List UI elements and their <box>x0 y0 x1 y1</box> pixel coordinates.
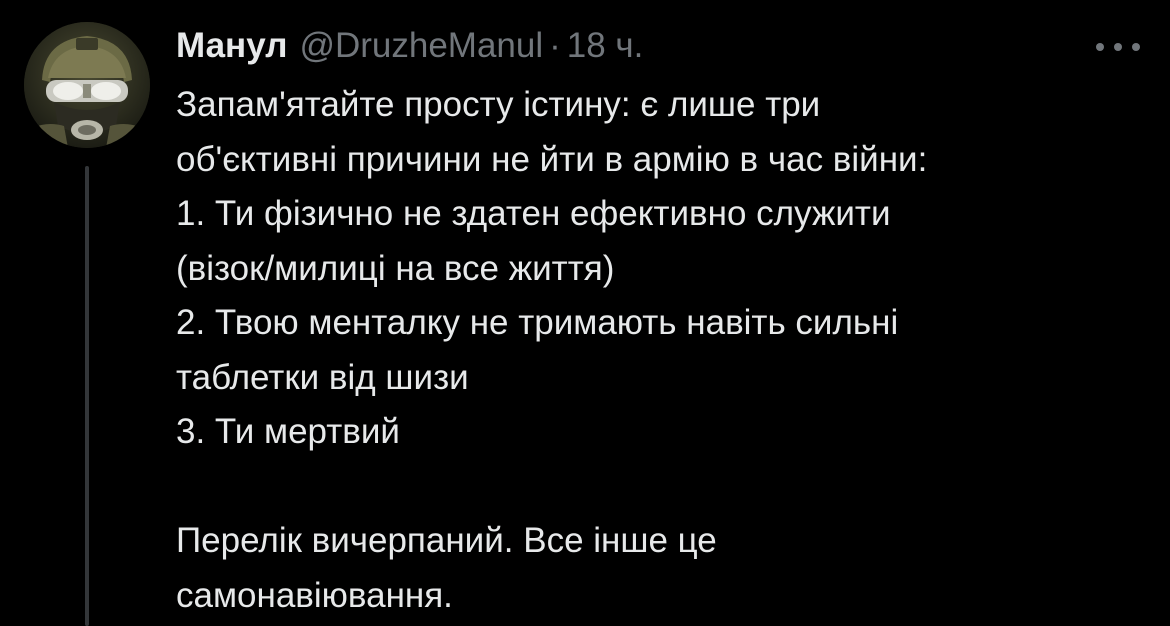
tweet-text-line: Перелік вичерпаний. Все інше це <box>176 521 717 560</box>
tweet-text-line: 3. Ти мертвий <box>176 412 400 451</box>
thread-connector-line <box>85 166 89 626</box>
tweet[interactable]: Манул @DruzheManul · 18 ч. Запам'ятайте … <box>0 0 1170 626</box>
tweet-text-line: таблетки від шизи <box>176 357 469 397</box>
author-handle[interactable]: @DruzheManul <box>299 22 543 70</box>
more-options-icon-dot <box>1132 43 1140 51</box>
tweet-text-line: 2. Твою менталку не тримають навіть силь… <box>176 303 899 342</box>
tweet-text-line: самонавіювання. <box>176 575 453 615</box>
author-display-name[interactable]: Манул <box>176 22 287 70</box>
tweet-text-line: Запам'ятайте просту істину: є лише три <box>176 85 821 124</box>
more-options-icon-dot <box>1114 43 1122 51</box>
tweet-header: Манул @DruzheManul · 18 ч. <box>176 22 643 70</box>
tweet-text-line: об'єктивні причини не йти в армію в час … <box>176 139 928 179</box>
author-avatar[interactable] <box>24 22 150 148</box>
tweet-timestamp[interactable]: 18 ч. <box>567 22 644 70</box>
tweet-text-line: (візок/милиці на все життя) <box>176 248 615 288</box>
soldier-avatar-icon <box>24 22 150 148</box>
separator-dot: · <box>549 26 561 65</box>
tweet-text: Запам'ятайте просту істину: є лише три о… <box>176 78 1146 623</box>
tweet-text-line: 1. Ти фізично не здатен ефективно служит… <box>176 194 891 233</box>
more-options-icon-dot <box>1096 43 1104 51</box>
more-options-button[interactable] <box>1096 36 1140 58</box>
